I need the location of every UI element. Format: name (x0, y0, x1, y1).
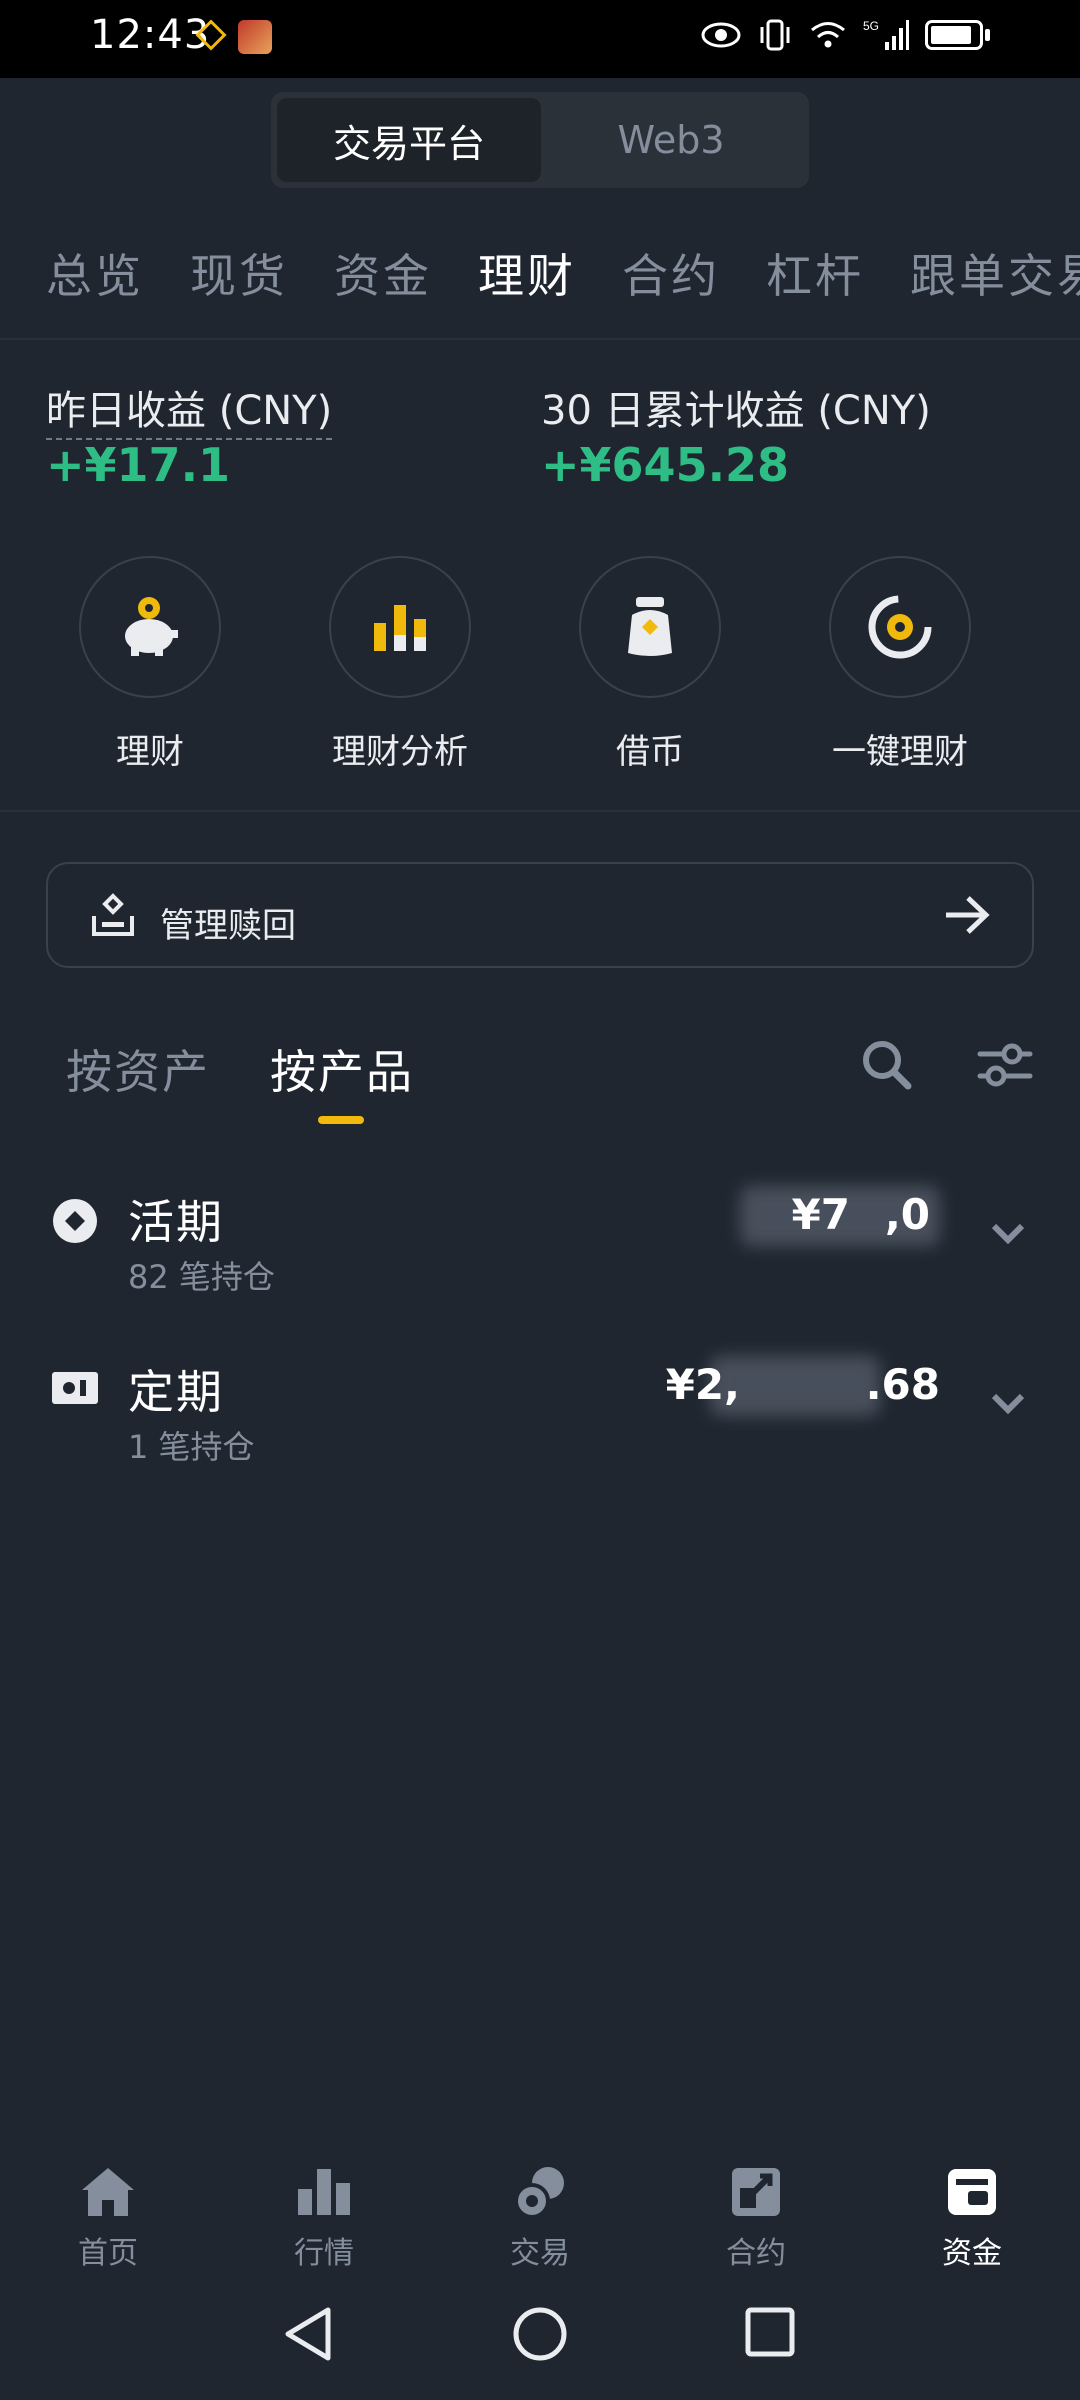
tabs-divider (0, 338, 1080, 340)
status-icons: 5G (701, 18, 990, 52)
money-bag-icon (628, 597, 672, 656)
search-icon[interactable] (858, 1036, 914, 1092)
flexible-icon (53, 1199, 97, 1243)
active-tab-indicator (318, 1116, 364, 1124)
recents-icon[interactable] (744, 2306, 796, 2358)
chevron-down-icon[interactable] (988, 1390, 1028, 1418)
action-earn-analysis[interactable]: 理财分析 (290, 556, 510, 773)
wallet-tabs: 总览现货资金理财合约杠杆跟单交易 (46, 240, 1080, 310)
home-circle-icon[interactable] (512, 2306, 568, 2362)
nav-trade-label: 交易 (510, 2236, 570, 2271)
network-type: 5G (863, 19, 879, 33)
nav-markets-label: 行情 (294, 2236, 354, 2271)
trade-icon (514, 2167, 564, 2219)
filter-icon[interactable] (976, 1040, 1034, 1090)
platform-exchange-button[interactable]: 交易平台 (277, 98, 541, 182)
product-positions: 1 笔持仓 (128, 1428, 255, 1466)
action-loan[interactable]: 借币 (540, 556, 760, 773)
product-amount-tail: .68 (865, 1360, 940, 1409)
section-divider (0, 810, 1080, 812)
tab-by-product[interactable]: 按产品 (270, 1036, 414, 1102)
system-nav (0, 2290, 1080, 2400)
product-amount-visible: ¥7 (791, 1190, 850, 1239)
nav-markets[interactable]: 行情 (224, 2162, 424, 2272)
platform-web3-button[interactable]: Web3 (539, 98, 803, 182)
earn-page: 12:43 5G 交易平台 Web3 总览现货资金理财合约杠杆跟单交易 昨日收益… (0, 0, 1080, 2400)
month-earnings-label: 30 日累计收益 (CNY) (541, 388, 931, 434)
month-earnings-value: +¥645.28 (541, 438, 790, 492)
action-loan-circle (579, 556, 721, 698)
markets-icon (298, 2169, 350, 2215)
tab-futures[interactable]: 合约 (622, 240, 720, 306)
manage-redeem-button[interactable]: 管理赎回 (46, 862, 1034, 968)
tab-overview[interactable]: 总览 (46, 240, 144, 306)
tab-earn[interactable]: 理财 (478, 240, 576, 306)
platform-switch: 交易平台 Web3 (271, 92, 809, 188)
nav-home[interactable]: 首页 (8, 2162, 208, 2272)
home-icon (82, 2168, 134, 2216)
game-notification-icon (238, 20, 272, 54)
product-title: 定期 (128, 1365, 224, 1419)
product-amount-visible: ¥2, (665, 1360, 740, 1409)
piggy-bank-icon (125, 597, 178, 656)
tab-copy-trading[interactable]: 跟单交易 (910, 240, 1080, 306)
chevron-down-icon[interactable] (988, 1220, 1028, 1248)
tab-funding[interactable]: 资金 (334, 240, 432, 306)
action-loan-label: 借币 (616, 732, 684, 772)
nav-futures-label: 合约 (726, 2236, 786, 2271)
nav-home-label: 首页 (78, 2236, 138, 2271)
status-time: 12:43 (90, 12, 211, 58)
locked-icon (52, 1372, 98, 1404)
wallet-icon (948, 2169, 996, 2215)
eye-icon (701, 22, 741, 48)
product-positions: 82 笔持仓 (128, 1258, 275, 1296)
yesterday-earnings-label[interactable]: 昨日收益 (CNY) (46, 378, 333, 440)
wifi-icon (811, 22, 845, 48)
futures-icon (732, 2168, 780, 2216)
action-auto-invest-circle (829, 556, 971, 698)
tab-spot[interactable]: 现货 (190, 240, 288, 306)
nav-wallet[interactable]: 资金 (872, 2162, 1072, 2272)
nav-trade[interactable]: 交易 (440, 2162, 640, 2272)
back-icon[interactable] (282, 2306, 334, 2362)
nav-futures[interactable]: 合约 (656, 2162, 856, 2272)
action-earn-analysis-label: 理财分析 (332, 732, 468, 772)
action-earn-analysis-circle (329, 556, 471, 698)
product-amount-tail: ,0 (884, 1190, 930, 1239)
action-earn-circle (79, 556, 221, 698)
vibrate-icon (760, 19, 790, 51)
tab-by-asset[interactable]: 按资产 (66, 1036, 210, 1102)
battery-icon (925, 20, 983, 50)
action-auto-invest-label: 一键理财 (832, 732, 968, 772)
action-auto-invest[interactable]: 一键理财 (790, 556, 1010, 773)
product-row-locked[interactable]: 定期 1 笔持仓 ¥2, .68 (0, 1356, 1080, 1486)
auto-invest-icon (868, 595, 932, 659)
signal-icon: 5G (863, 19, 909, 50)
bar-chart-icon (374, 605, 426, 651)
arrow-right-icon (946, 896, 990, 934)
bottom-nav: 首页 行情 交易 合约 资金 (0, 2150, 1080, 2280)
action-earn-label: 理财 (116, 732, 184, 772)
product-title: 活期 (128, 1195, 224, 1249)
redeem-icon (92, 893, 134, 936)
yesterday-earnings-value: +¥17.1 (46, 438, 231, 492)
nav-wallet-label: 资金 (942, 2236, 1002, 2271)
status-bar: 12:43 5G (0, 0, 1080, 78)
battery-tip (985, 29, 990, 41)
product-row-flexible[interactable]: 活期 82 笔持仓 ¥7 ,0 (0, 1186, 1080, 1316)
manage-redeem-label: 管理赎回 (160, 906, 296, 946)
action-earn[interactable]: 理财 (40, 556, 260, 773)
tab-margin[interactable]: 杠杆 (766, 240, 864, 306)
